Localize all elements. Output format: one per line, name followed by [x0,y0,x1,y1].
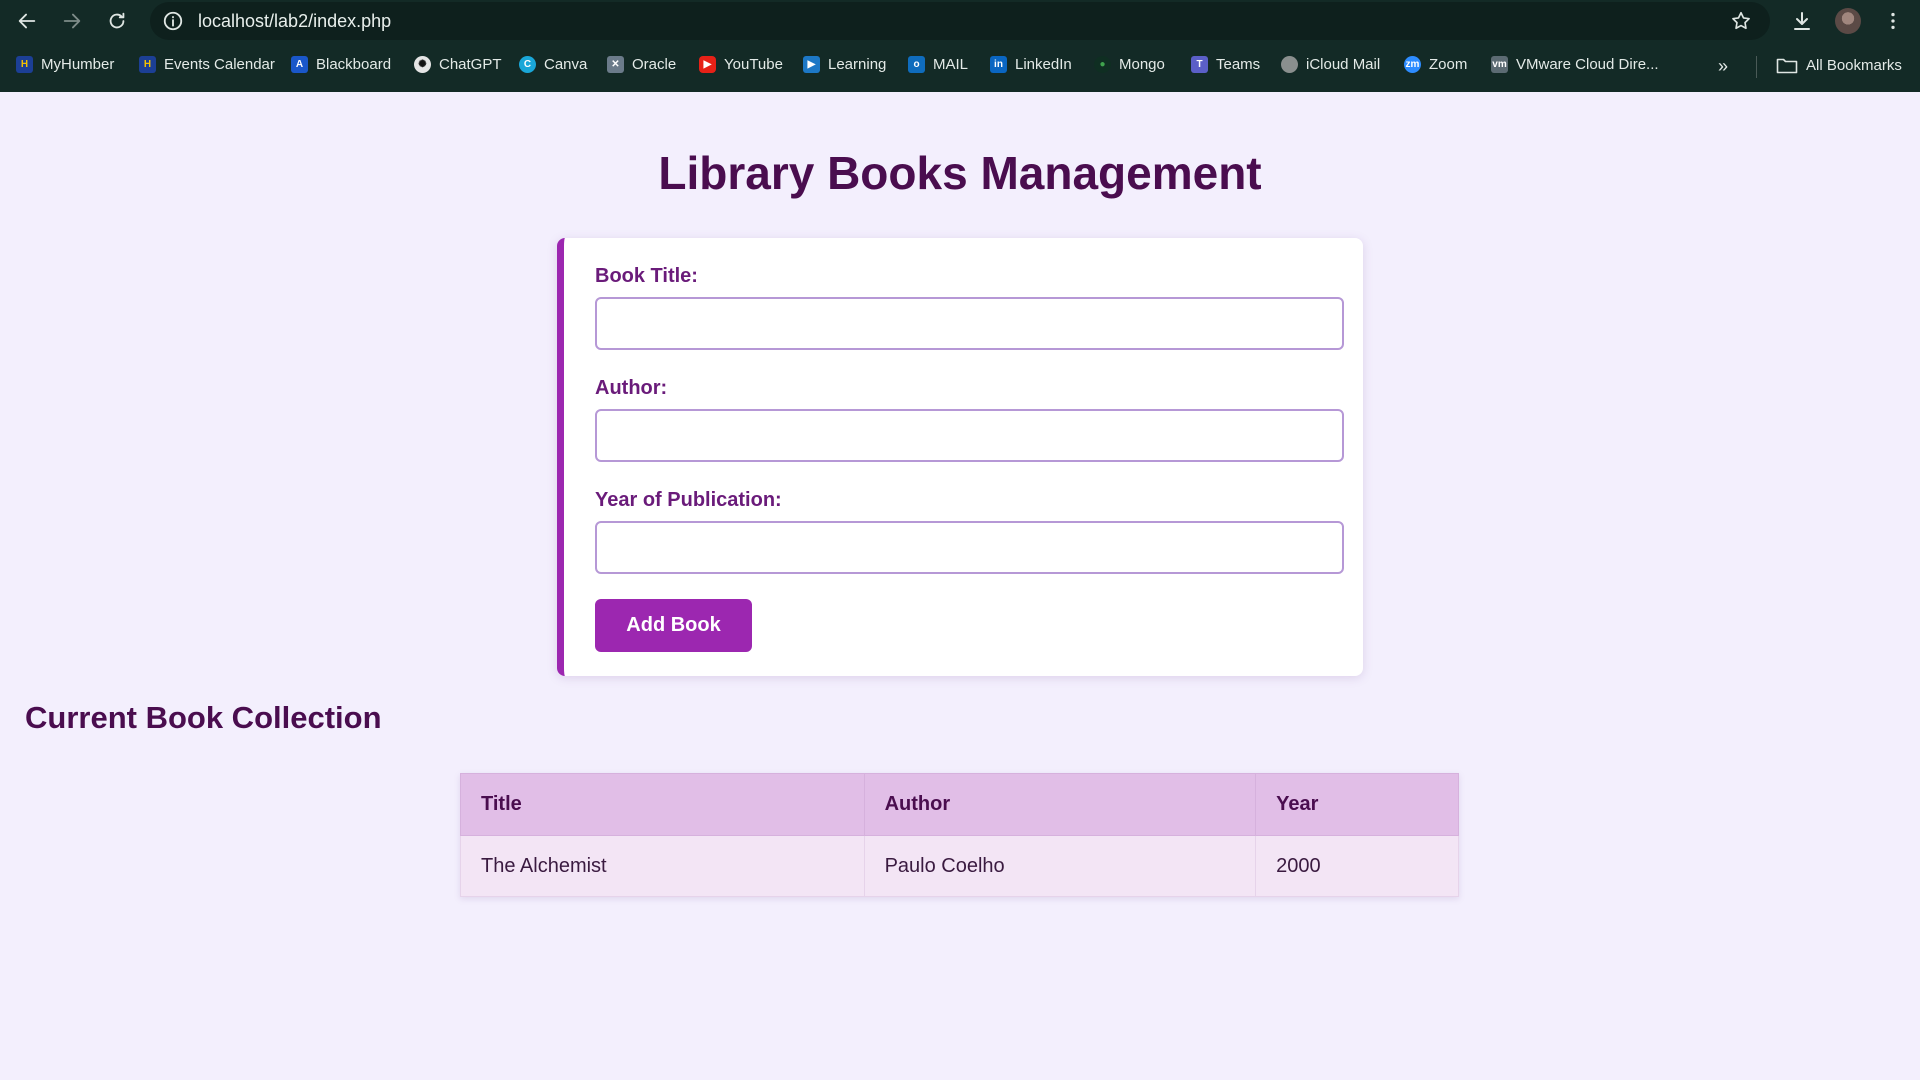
cell-year: 2000 [1255,835,1459,897]
reload-button[interactable] [102,6,132,36]
bookmark-zoom[interactable]: zm Zoom [1404,56,1467,73]
bookmark-learning[interactable]: ▶ Learning [803,56,886,73]
zoom-icon: zm [1404,56,1421,73]
bookmark-linkedin[interactable]: in LinkedIn [990,56,1072,73]
browser-chrome: localhost/lab2/index.php H MyHumber H Even… [0,0,1920,92]
more-bookmarks-button[interactable]: » [1718,56,1728,77]
browser-toolbar: localhost/lab2/index.php [0,0,1920,42]
bookmark-events-calendar[interactable]: H Events Calendar [139,56,275,73]
youtube-icon: ▶ [699,56,716,73]
profile-button[interactable] [1833,6,1863,36]
download-icon [1794,12,1810,30]
arrow-right-icon [63,13,81,29]
kebab-menu-icon [1891,12,1895,30]
column-header-author: Author [863,773,1257,836]
year-input[interactable] [595,521,1344,574]
avatar [1835,8,1861,34]
add-book-form: Book Title: Author: Year of Publication:… [557,238,1363,676]
all-bookmarks-button[interactable]: All Bookmarks [1776,56,1902,74]
cell-author: Paulo Coelho [863,835,1257,897]
events-calendar-icon: H [139,56,156,73]
bookmarks-divider [1756,56,1757,78]
arrow-left-icon [18,13,36,29]
bookmarks-bar: H MyHumber H Events Calendar A Blackboard ✺… [0,42,1920,92]
learning-icon: ▶ [803,56,820,73]
column-header-year: Year [1255,773,1459,836]
table-header-row: Title Author Year [460,773,1459,836]
bookmark-icloud-mail[interactable]: iCloud Mail [1281,56,1380,73]
site-info-icon[interactable] [162,10,184,32]
bookmark-teams[interactable]: T Teams [1191,56,1260,73]
page-content: Library Books Management Book Title: Aut… [0,92,1920,1080]
mongo-icon: ● [1094,56,1111,73]
column-header-title: Title [460,773,865,836]
cell-title: The Alchemist [460,835,865,897]
blackboard-icon: A [291,56,308,73]
page-title: Library Books Management [658,147,1262,199]
chevron-double-right-icon: » [1718,56,1729,76]
author-label: Author: [595,377,668,399]
bookmark-star-icon[interactable] [1730,10,1752,32]
book-title-input[interactable] [595,297,1344,350]
teams-icon: T [1191,56,1208,73]
bookmark-oracle[interactable]: ✕ Oracle [607,56,676,73]
apple-icon [1281,56,1298,73]
table-row: The Alchemist Paulo Coelho 2000 [460,835,1459,897]
menu-button[interactable] [1878,6,1908,36]
bookmark-myhumber[interactable]: H MyHumber [16,56,114,73]
bookmark-chatgpt[interactable]: ✺ ChatGPT [414,56,502,73]
vmware-icon: vm [1491,56,1508,73]
bookmark-mail[interactable]: o MAIL [908,56,968,73]
myhumber-icon: H [16,56,33,73]
bookmark-canva[interactable]: C Canva [519,56,587,73]
outlook-icon: o [908,56,925,73]
collection-heading: Current Book Collection [25,700,382,735]
bookmark-mongo[interactable]: ● Mongo [1094,56,1165,73]
downloads-button[interactable] [1787,6,1817,36]
reload-icon [109,12,125,29]
canva-icon: C [519,56,536,73]
forward-button[interactable] [57,6,87,36]
address-bar[interactable]: localhost/lab2/index.php [150,2,1770,40]
back-button[interactable] [12,6,42,36]
year-label: Year of Publication: [595,489,782,511]
author-input[interactable] [595,409,1344,462]
oracle-icon: ✕ [607,56,624,73]
bookmark-vmware[interactable]: vm VMware Cloud Dire... [1491,56,1659,73]
add-book-button[interactable]: Add Book [595,599,752,652]
book-title-label: Book Title: [595,265,698,287]
linkedin-icon: in [990,56,1007,73]
bookmark-youtube[interactable]: ▶ YouTube [699,56,783,73]
bookmark-blackboard[interactable]: A Blackboard [291,56,391,73]
chatgpt-icon: ✺ [414,56,431,73]
url-text[interactable]: localhost/lab2/index.php [198,11,391,32]
books-table: Title Author Year The Alchemist Paulo Co… [460,773,1459,897]
folder-icon [1776,58,1798,74]
